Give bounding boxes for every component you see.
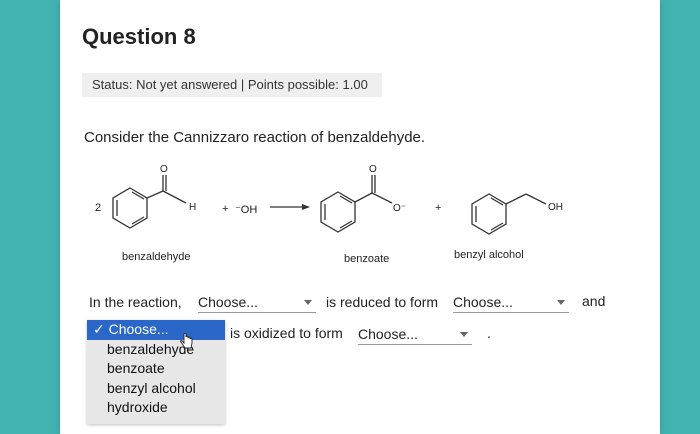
dropdown-option[interactable]: ✓ Choose...: [87, 320, 225, 340]
dropdown-option[interactable]: benzoate: [87, 359, 225, 379]
reaction-arrow: [270, 204, 310, 210]
question-title: Question 8: [82, 24, 196, 49]
chevron-down-icon: [460, 332, 468, 337]
oxidized-product-select[interactable]: Choose...: [358, 324, 472, 345]
benzaldehyde-structure: [112, 175, 187, 229]
dropdown-option-label: Choose...: [108, 321, 169, 337]
question-prompt: Consider the Cannizzaro reaction of benz…: [84, 129, 426, 146]
carboxylate-o-label: O⁻: [393, 203, 406, 214]
aldehyde-h-label: H: [189, 202, 196, 213]
sentence-part-2: is reduced to form: [326, 294, 439, 310]
aldehyde-o-label: O: [160, 164, 168, 175]
coefficient-label: 2: [95, 202, 101, 214]
reduced-reactant-value: Choose...: [198, 294, 258, 310]
dropdown-option[interactable]: benzyl alcohol: [87, 379, 225, 399]
hydroxyl-label: OH: [548, 202, 563, 213]
name-benzaldehyde: benzaldehyde: [122, 251, 191, 263]
hand-cursor-icon: [180, 333, 193, 349]
hydroxide-label: ⁻OH: [235, 204, 257, 216]
sentence-part-1: In the reaction,: [89, 294, 182, 310]
name-benzoate: benzoate: [344, 253, 389, 265]
carboxyl-o-label: O: [369, 164, 377, 175]
dropdown-option[interactable]: benzaldehyde: [87, 340, 225, 360]
plus-sign-1: +: [222, 203, 228, 215]
reduced-reactant-select[interactable]: Choose...: [198, 292, 316, 313]
reduced-product-select[interactable]: Choose...: [453, 292, 569, 313]
reaction-scheme: 2 O H + ⁻OH O O⁻ + OH benzaldehyde benzo…: [95, 164, 563, 265]
dropdown-menu: ✓ Choose... benzaldehyde benzoate benzyl…: [87, 320, 225, 424]
oxidized-product-value: Choose...: [358, 326, 418, 342]
dropdown-option[interactable]: hydroxide: [87, 398, 225, 418]
name-benzyl-alcohol: benzyl alcohol: [454, 249, 524, 261]
benzyl-alcohol-structure: [471, 193, 547, 235]
sentence-part-5: .: [487, 325, 491, 341]
sentence-part-3: and: [582, 293, 606, 309]
benzoate-structure: [320, 175, 393, 233]
status-bar: Status: Not yet answered | Points possib…: [82, 73, 382, 97]
chevron-down-icon: [304, 300, 312, 305]
plus-sign-2: +: [435, 202, 441, 214]
question-card: Question 8 Status: Not yet answered | Po…: [60, 0, 660, 434]
chevron-down-icon: [557, 300, 565, 305]
reduced-product-value: Choose...: [453, 294, 513, 310]
sentence-part-4: is oxidized to form: [230, 325, 343, 341]
check-icon: ✓: [93, 321, 105, 337]
